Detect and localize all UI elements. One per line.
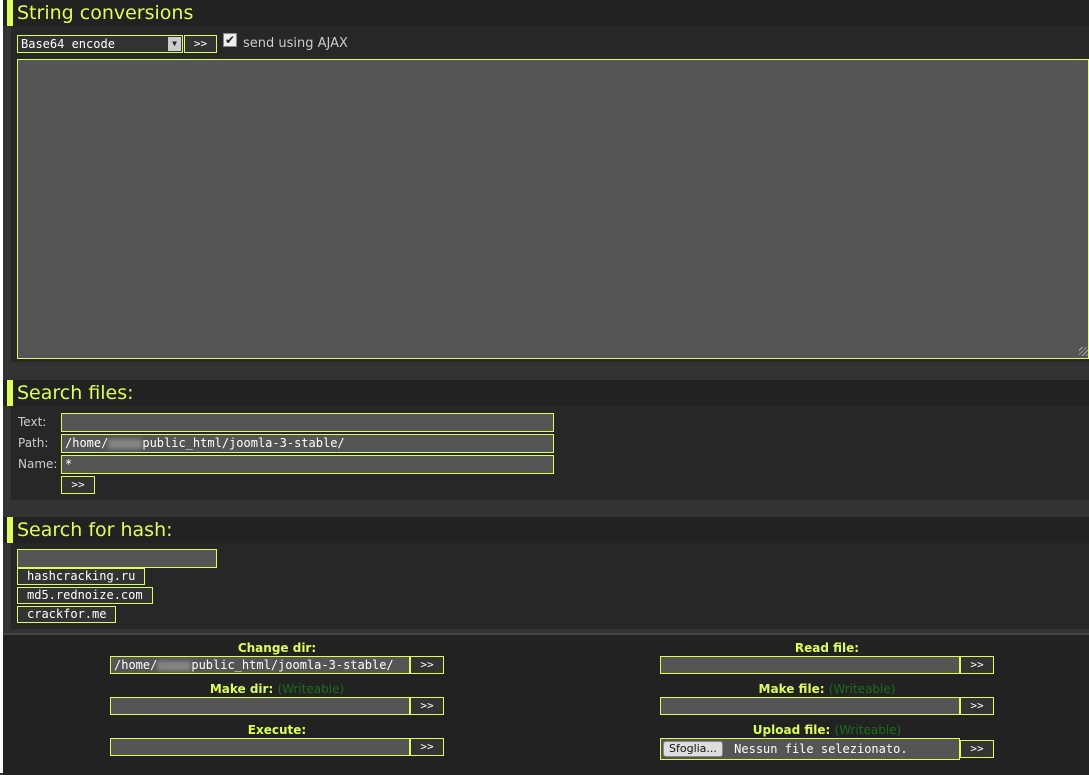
ajax-label: send using AJAX (243, 36, 348, 51)
dir-prefix: /home/ (114, 658, 158, 672)
change-dir-input[interactable]: /home/public_html/joomla-3-stable/ (110, 656, 410, 674)
upload-file-go-button[interactable]: >> (960, 740, 994, 758)
string-conversions-header: String conversions (3, 0, 1089, 26)
header-accent-bar (7, 380, 13, 406)
search-name-input[interactable]: * (61, 455, 554, 474)
search-path-input[interactable]: /home/public_html/joomla-3-stable/ (61, 434, 554, 453)
upload-file-label: Upload file: (752, 723, 831, 737)
execute-input[interactable] (110, 738, 410, 756)
string-conversions-title: String conversions (17, 2, 194, 24)
read-file-label: Read file: (794, 641, 860, 655)
md5-rednoize-button[interactable]: md5.rednoize.com (17, 587, 153, 604)
execute-go-button[interactable]: >> (410, 738, 444, 756)
make-dir-title: Make dir: (Writeable) (110, 682, 444, 696)
make-file-label: Make file: (758, 682, 825, 696)
conversion-textarea[interactable] (17, 59, 1089, 359)
path-prefix: /home/ (65, 436, 109, 450)
make-file-go-button[interactable]: >> (960, 697, 994, 715)
make-file-title: Make file: (Writeable) (660, 682, 994, 696)
search-files-go-button[interactable]: >> (61, 476, 95, 494)
search-text-input[interactable] (61, 413, 554, 432)
read-file-go-button[interactable]: >> (960, 656, 994, 674)
convert-go-button[interactable]: >> (184, 35, 217, 53)
make-dir-input[interactable] (110, 697, 410, 715)
browse-button[interactable]: Sfoglia... (663, 741, 723, 757)
change-dir-go-button[interactable]: >> (410, 656, 444, 674)
upload-file-title: Upload file: (Writeable) (660, 723, 994, 737)
chevron-down-icon[interactable]: ▼ (168, 37, 181, 51)
conversion-type-value: Base64 encode (21, 37, 115, 51)
hash-input[interactable] (17, 549, 217, 568)
read-file-title: Read file: (660, 641, 994, 655)
hashcracking-button[interactable]: hashcracking.ru (17, 568, 146, 585)
redacted-username (157, 660, 192, 671)
search-files-header: Search files: (3, 380, 1089, 406)
make-dir-status: (Writeable) (277, 682, 345, 696)
make-dir-label: Make dir: (209, 682, 274, 696)
search-files-title: Search files: (17, 382, 134, 404)
change-dir-title: Change dir: (110, 641, 444, 655)
ajax-checkbox[interactable]: ✔ (223, 33, 237, 47)
dir-suffix: public_html/joomla-3-stable/ (191, 658, 394, 672)
crackfor-button[interactable]: crackfor.me (17, 606, 117, 623)
make-dir-go-button[interactable]: >> (410, 697, 444, 715)
path-label: Path: (18, 436, 49, 450)
resize-grip-icon[interactable] (1079, 347, 1088, 356)
text-label: Text: (18, 415, 47, 429)
no-file-text: Nessun file selezionato. (734, 742, 908, 756)
execute-title: Execute: (110, 723, 444, 737)
change-dir-label: Change dir: (237, 641, 317, 655)
make-file-status: (Writeable) (828, 682, 896, 696)
search-hash-title: Search for hash: (17, 519, 173, 541)
upload-file-status: (Writeable) (834, 723, 902, 737)
redacted-username (108, 438, 143, 449)
conversion-type-select[interactable]: Base64 encode ▼ (17, 35, 183, 53)
header-accent-bar (7, 0, 13, 26)
make-file-input[interactable] (660, 697, 960, 715)
upload-file-input[interactable]: Sfoglia... Nessun file selezionato. (660, 738, 960, 760)
search-hash-header: Search for hash: (3, 517, 1089, 543)
read-file-input[interactable] (660, 656, 960, 674)
execute-label: Execute: (247, 723, 307, 737)
path-suffix: public_html/joomla-3-stable/ (142, 436, 345, 450)
header-accent-bar (7, 517, 13, 543)
name-label: Name: (18, 457, 58, 471)
